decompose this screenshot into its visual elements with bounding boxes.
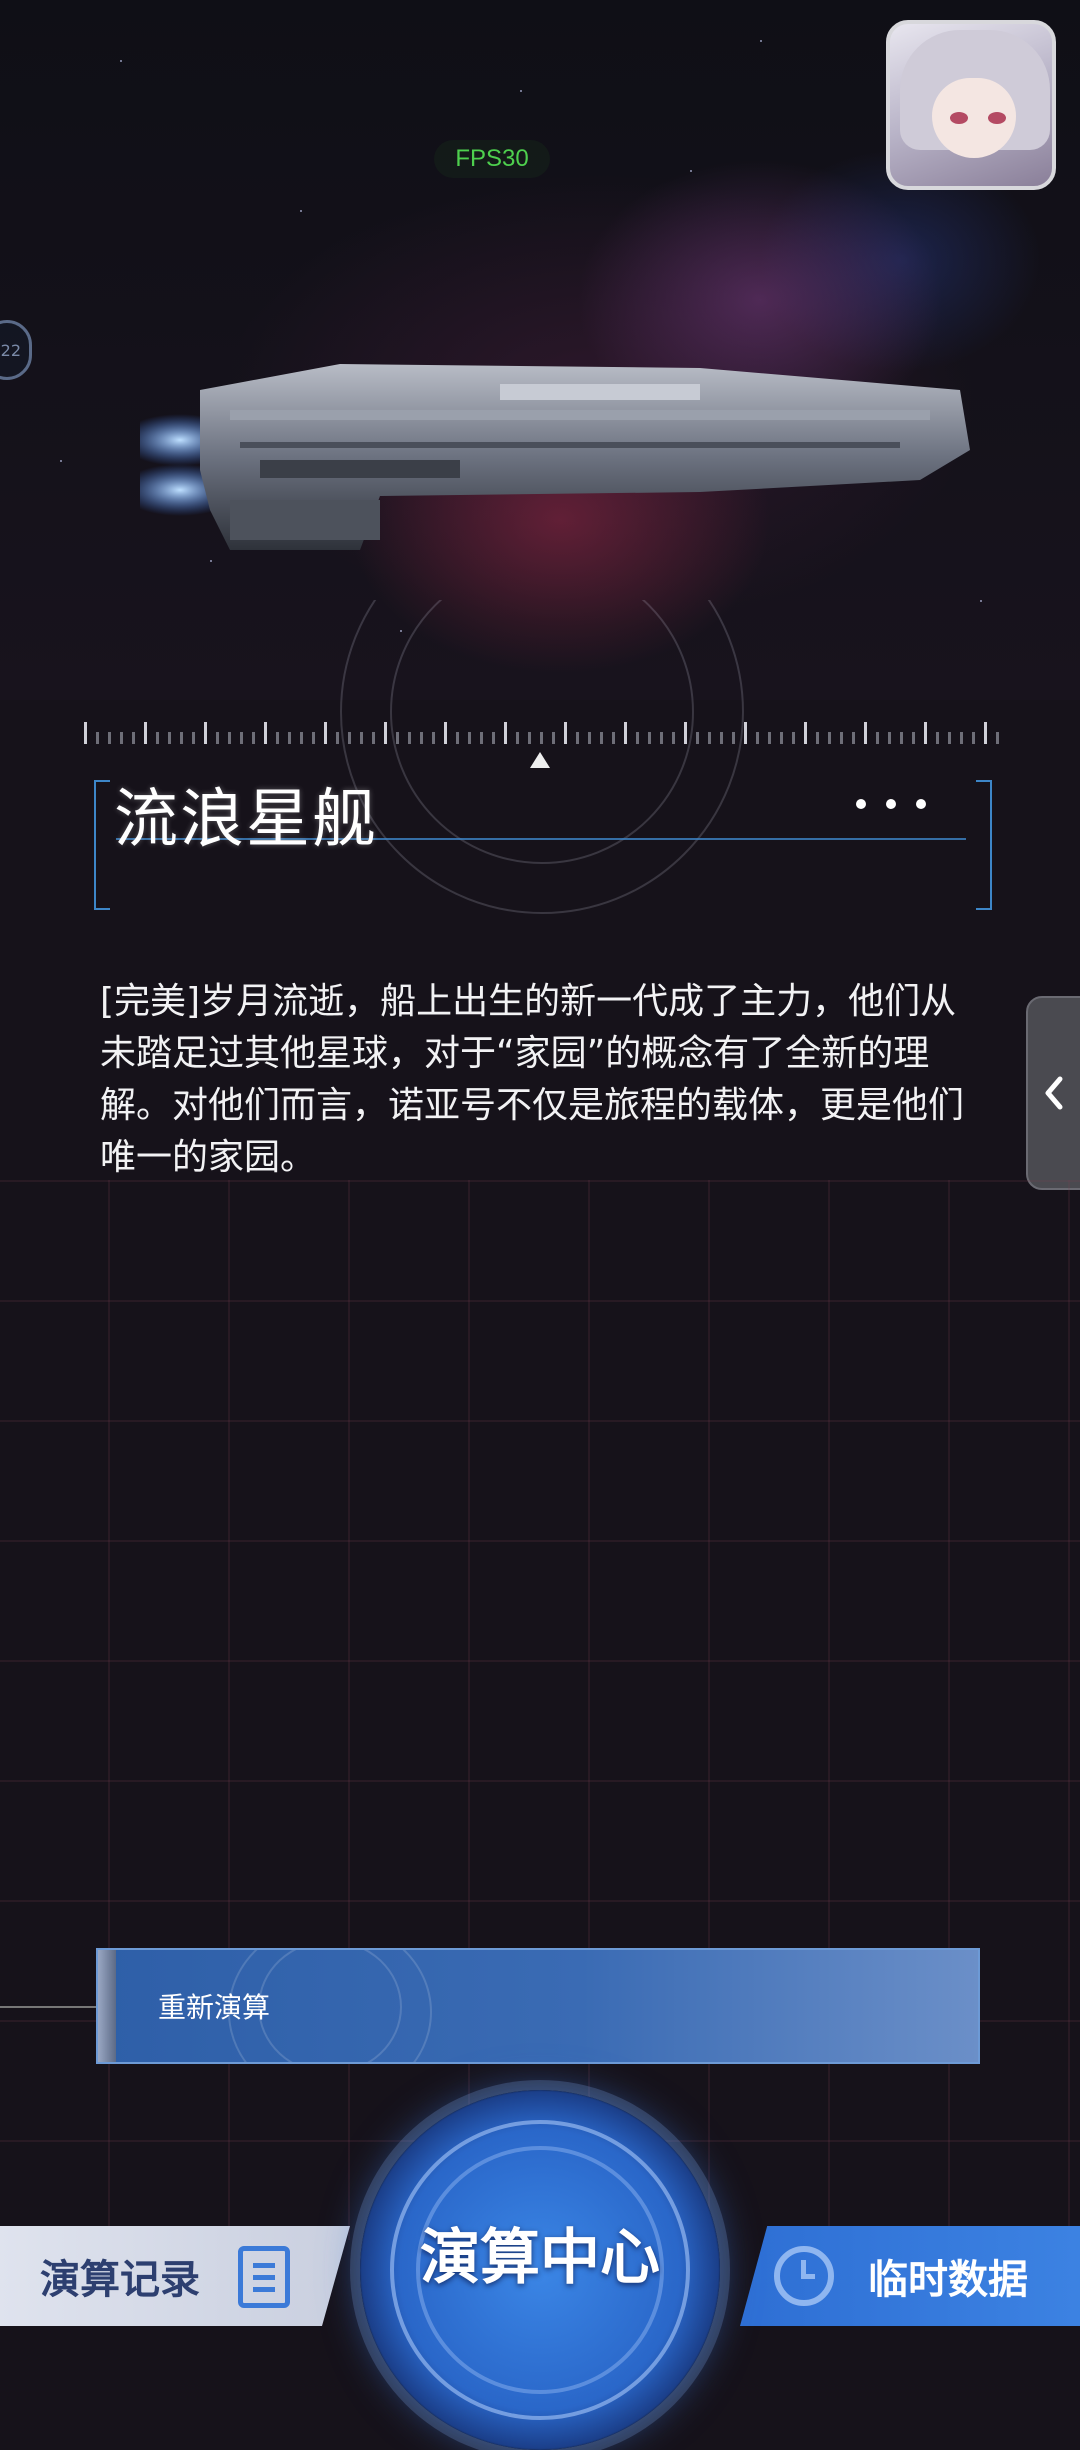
clock-icon (774, 2246, 834, 2306)
ruler-tick (732, 732, 735, 744)
ruler-tick (984, 722, 987, 744)
ruler-tick (624, 722, 627, 744)
ruler-tick (708, 732, 711, 744)
ruler-tick (456, 732, 459, 744)
ruler-tick (768, 732, 771, 744)
ruler-tick (528, 732, 531, 744)
ruler-marker-icon (530, 752, 550, 768)
ruler-tick (276, 732, 279, 744)
ruler-tick (168, 732, 171, 744)
ruler-tick (828, 732, 831, 744)
ruler-tick (576, 732, 579, 744)
ruler-tick (996, 732, 999, 744)
ruler-tick (228, 732, 231, 744)
ruler-tick (288, 732, 291, 744)
ruler-tick (648, 732, 651, 744)
ruler-tick (336, 732, 339, 744)
ruler-tick (696, 732, 699, 744)
recalculate-label: 重新演算 (158, 1991, 271, 2024)
ruler-tick (684, 722, 687, 744)
ruler-tick (960, 732, 963, 744)
ruler-tick (792, 732, 795, 744)
ruler-tick (504, 722, 507, 744)
ship-description: [完美]岁月流逝，船上出生的新一代成了主力，他们从未踏足过其他星球，对于“家园”… (100, 981, 965, 1178)
ruler-tick (600, 732, 603, 744)
ruler-tick (936, 732, 939, 744)
ruler-tick (84, 722, 87, 744)
recalc-connector (0, 2006, 96, 2008)
ruler-tick (636, 732, 639, 744)
ruler-tick (396, 732, 399, 744)
ruler-tick (900, 732, 903, 744)
ruler-tick (756, 732, 759, 744)
ruler-tick (588, 732, 591, 744)
temp-data-button[interactable]: 临时数据 (740, 2226, 1080, 2326)
list-icon (238, 2246, 290, 2308)
ruler-tick (240, 732, 243, 744)
ruler-tick (96, 732, 99, 744)
ruler-scale (84, 710, 999, 744)
calc-center-button[interactable]: 演算中心 (360, 2090, 720, 2450)
ruler-tick (540, 732, 543, 744)
ruler-tick (492, 732, 495, 744)
ruler-tick (384, 722, 387, 744)
ruler-tick (720, 732, 723, 744)
ruler-tick (816, 732, 819, 744)
ruler-tick (876, 732, 879, 744)
ruler-tick (948, 732, 951, 744)
ruler-tick (312, 732, 315, 744)
ruler-tick (420, 732, 423, 744)
ruler-tick (324, 722, 327, 744)
ruler-tick (120, 732, 123, 744)
ruler-tick (192, 732, 195, 744)
ruler-tick (912, 732, 915, 744)
ruler-tick (360, 732, 363, 744)
side-panel-toggle[interactable] (1026, 996, 1080, 1190)
ruler-tick (444, 722, 447, 744)
ruler-tick (660, 732, 663, 744)
player-avatar[interactable] (886, 20, 1056, 190)
starship-image (140, 364, 970, 550)
ruler-tick (216, 732, 219, 744)
ruler-tick (480, 732, 483, 744)
ruler-tick (516, 732, 519, 744)
ruler-tick (864, 722, 867, 744)
ruler-tick (852, 732, 855, 744)
ruler-tick (204, 722, 207, 744)
temp-data-label: 临时数据 (868, 2257, 1028, 2303)
calc-records-label: 演算记录 (40, 2257, 200, 2303)
ruler-tick (432, 732, 435, 744)
ruler-tick (804, 722, 807, 744)
ship-name-title: 流浪星舰 (114, 783, 378, 857)
ruler-tick (888, 732, 891, 744)
calc-center-label: 演算中心 (420, 2222, 660, 2293)
ruler-tick (372, 732, 375, 744)
side-badge-label: 22 (0, 340, 21, 360)
ruler-tick (180, 732, 183, 744)
ruler-tick (564, 722, 567, 744)
ruler-tick (252, 732, 255, 744)
ruler-tick (744, 722, 747, 744)
ruler-tick (264, 722, 267, 744)
ruler-tick (156, 732, 159, 744)
fps-counter: FPS30 (434, 140, 550, 178)
more-icon[interactable] (856, 784, 926, 824)
ruler-tick (840, 732, 843, 744)
ruler-tick (348, 732, 351, 744)
ruler-tick (552, 732, 555, 744)
calc-records-button[interactable]: 演算记录 (0, 2226, 350, 2326)
ruler-tick (300, 732, 303, 744)
ruler-tick (144, 722, 147, 744)
ruler-tick (780, 732, 783, 744)
ruler-tick (408, 732, 411, 744)
ruler-tick (132, 732, 135, 744)
ruler-tick (468, 732, 471, 744)
chevron-left-icon (1045, 1076, 1063, 1110)
ruler-tick (612, 732, 615, 744)
ruler-tick (972, 732, 975, 744)
recalculate-button[interactable]: 重新演算 (96, 1948, 980, 2064)
ruler-tick (672, 732, 675, 744)
ruler-tick (924, 722, 927, 744)
ruler-tick (108, 732, 111, 744)
